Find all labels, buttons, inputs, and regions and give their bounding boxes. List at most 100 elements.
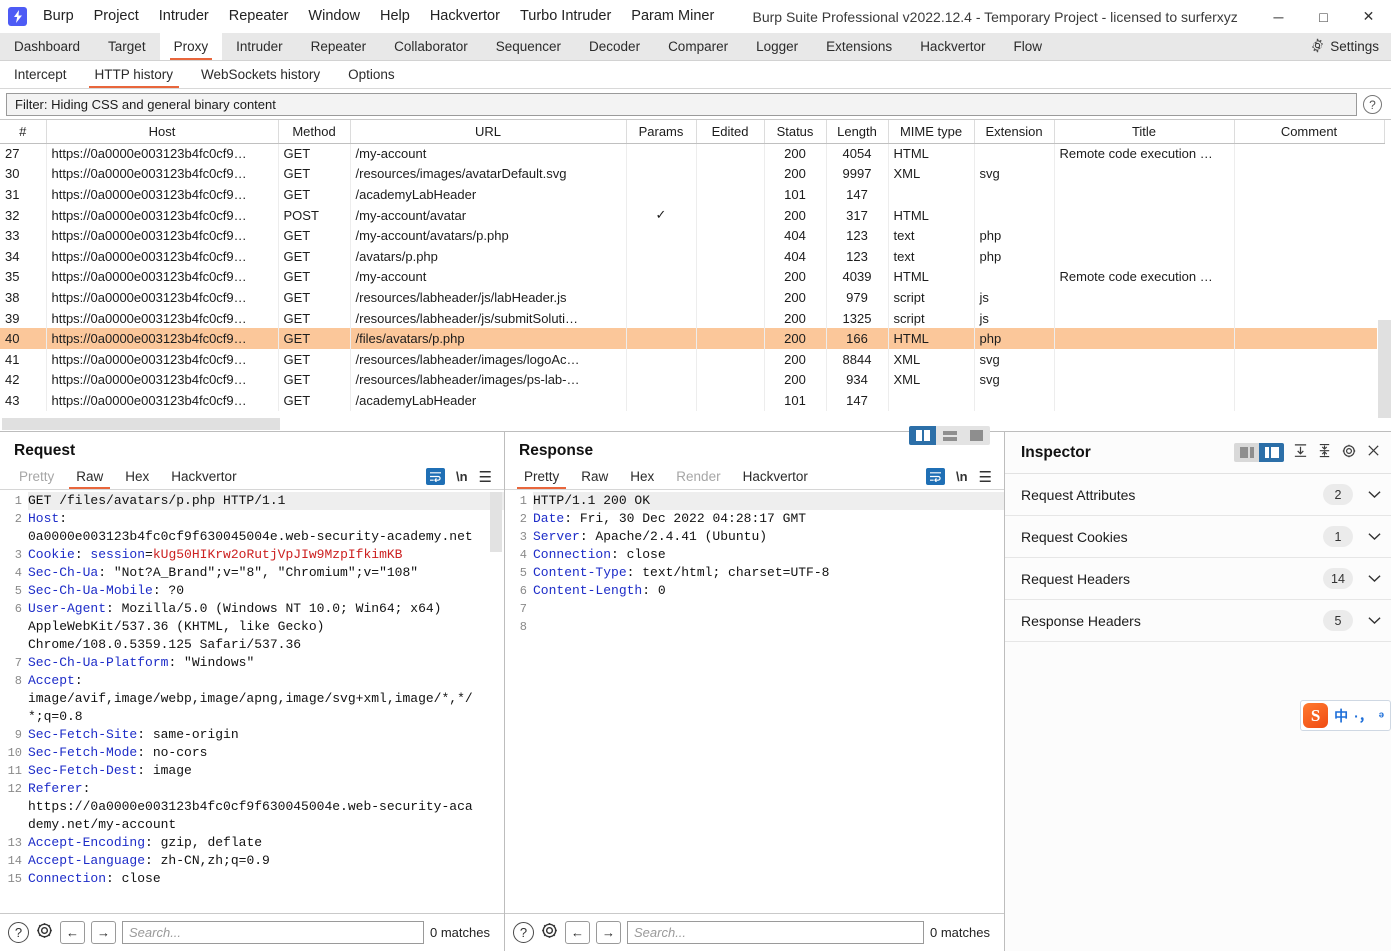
chevron-down-icon[interactable]	[1367, 529, 1381, 544]
column-header-num[interactable]: #	[0, 120, 47, 144]
request-editor-scrollbar[interactable]	[490, 492, 502, 911]
table-vertical-scrollbar[interactable]	[1377, 144, 1391, 430]
word-wrap-icon[interactable]	[425, 468, 445, 485]
menu-item-help[interactable]: Help	[370, 0, 420, 33]
tab-proxy[interactable]: Proxy	[159, 33, 223, 60]
menu-item-hackvertor[interactable]: Hackvertor	[420, 0, 510, 33]
close-icon[interactable]	[1366, 443, 1381, 462]
table-row[interactable]: 40 https://0a0000e003123b4fc0cf9… GET/file…	[0, 328, 1385, 349]
question-mark-icon[interactable]: ?	[1363, 95, 1382, 114]
response-tab-hex[interactable]: Hex	[619, 464, 665, 489]
ime-mode-chinese[interactable]: 中	[1334, 706, 1348, 726]
request-body[interactable]: GET /files/avatars/p.php HTTP/1.1 Host: 0…	[26, 490, 504, 913]
gear-icon[interactable]	[1341, 443, 1357, 463]
expand-all-icon[interactable]	[1293, 443, 1308, 462]
chevron-down-icon[interactable]	[1367, 613, 1381, 628]
menu-item-window[interactable]: Window	[298, 0, 370, 33]
side-panel-icon[interactable]	[1234, 443, 1259, 462]
split-view-icon[interactable]	[909, 426, 936, 445]
column-header-url[interactable]: URL	[350, 120, 627, 144]
response-editor[interactable]: 1 2 3 4 5 6 7 8 HTTP/1.1 200 OK Date: Fri, 30 De…	[505, 490, 1004, 913]
request-tab-pretty[interactable]: Pretty	[8, 464, 65, 489]
sogou-ime-toolbar[interactable]: S 中 ·， ᵊ	[1300, 700, 1391, 731]
single-view-icon[interactable]	[963, 426, 990, 445]
tab-logger[interactable]: Logger	[742, 33, 812, 60]
column-header-params[interactable]: Params	[626, 120, 697, 144]
column-header-extension[interactable]: Extension	[974, 120, 1055, 144]
inspector-section-request-headers[interactable]: Request Headers 14	[1005, 558, 1391, 600]
menu-item-burp[interactable]: Burp	[33, 0, 84, 33]
table-row[interactable]: 30 https://0a0000e003123b4fc0cf9… GET/reso…	[0, 163, 1385, 185]
split-panel-icon[interactable]	[1259, 443, 1284, 462]
request-editor[interactable]: 1 2 3 4 5 6 7 8 9 10 11 12 13 14 15 GET /files/avatars…	[0, 490, 504, 913]
response-tab-render[interactable]: Render	[665, 464, 731, 489]
ime-voice-icon[interactable]: ᵊ	[1379, 708, 1384, 724]
column-header-comment[interactable]: Comment	[1234, 120, 1385, 144]
tab-sequencer[interactable]: Sequencer	[482, 33, 575, 60]
menu-item-param-miner[interactable]: Param Miner	[621, 0, 724, 33]
tab-decoder[interactable]: Decoder	[575, 33, 654, 60]
response-tab-hackvertor[interactable]: Hackvertor	[732, 464, 819, 489]
search-next-button[interactable]: →	[91, 921, 116, 944]
maximize-button[interactable]: □	[1301, 0, 1346, 33]
table-row[interactable]: 39 https://0a0000e003123b4fc0cf9… GET/reso…	[0, 307, 1385, 329]
response-body[interactable]: HTTP/1.1 200 OK Date: Fri, 30 Dec 2022 04…	[531, 490, 1004, 913]
subtab-http-history[interactable]: HTTP history	[81, 61, 188, 88]
chevron-down-icon[interactable]	[1367, 487, 1381, 502]
response-tab-pretty[interactable]: Pretty	[513, 464, 570, 489]
subtab-websockets-history[interactable]: WebSockets history	[187, 61, 334, 88]
column-header-status[interactable]: Status	[764, 120, 827, 144]
request-tab-hackvertor[interactable]: Hackvertor	[160, 464, 247, 489]
column-header-length[interactable]: Length	[826, 120, 889, 144]
menu-item-project[interactable]: Project	[84, 0, 149, 33]
question-mark-icon[interactable]: ?	[8, 922, 29, 943]
tab-target[interactable]: Target	[94, 33, 160, 60]
tab-hackvertor[interactable]: Hackvertor	[906, 33, 999, 60]
table-row[interactable]: 41 https://0a0000e003123b4fc0cf9… GET/reso…	[0, 348, 1385, 370]
table-row[interactable]: 34 https://0a0000e003123b4fc0cf9… GET/avat…	[0, 245, 1385, 267]
request-tab-raw[interactable]: Raw	[65, 464, 114, 489]
tab-comparer[interactable]: Comparer	[654, 33, 742, 60]
newline-icon[interactable]: \n	[956, 469, 968, 484]
collapse-all-icon[interactable]	[1317, 443, 1332, 462]
search-prev-button[interactable]: ←	[565, 921, 590, 944]
table-row[interactable]: 32 https://0a0000e003123b4fc0cf9… POST/my-…	[0, 204, 1385, 226]
gear-icon[interactable]	[35, 921, 54, 944]
response-tab-raw[interactable]: Raw	[570, 464, 619, 489]
tab-extensions[interactable]: Extensions	[812, 33, 906, 60]
menu-icon[interactable]: ☰	[479, 468, 492, 486]
subtab-options[interactable]: Options	[334, 61, 409, 88]
sogou-logo-icon[interactable]: S	[1303, 703, 1329, 728]
table-row[interactable]: 43 https://0a0000e003123b4fc0cf9… GET/acad…	[0, 390, 1385, 411]
request-tab-hex[interactable]: Hex	[114, 464, 160, 489]
menu-item-repeater[interactable]: Repeater	[219, 0, 299, 33]
tab-flow[interactable]: Flow	[999, 33, 1056, 60]
table-row[interactable]: 33 https://0a0000e003123b4fc0cf9… GET/my-a…	[0, 225, 1385, 246]
column-header-mime-type[interactable]: MIME type	[888, 120, 975, 144]
inspector-section-response-headers[interactable]: Response Headers 5	[1005, 600, 1391, 642]
tab-dashboard[interactable]: Dashboard	[0, 33, 94, 60]
filter-bar[interactable]: Filter: Hiding CSS and general binary co…	[6, 93, 1357, 116]
search-next-button[interactable]: →	[596, 921, 621, 944]
column-header-title[interactable]: Title	[1054, 120, 1235, 144]
column-header-edited[interactable]: Edited	[696, 120, 765, 144]
table-horizontal-scrollbar[interactable]	[0, 418, 1391, 431]
gear-icon[interactable]	[540, 921, 559, 944]
menu-item-intruder[interactable]: Intruder	[149, 0, 219, 33]
subtab-intercept[interactable]: Intercept	[0, 61, 81, 88]
search-prev-button[interactable]: ←	[60, 921, 85, 944]
table-row[interactable]: 27 https://0a0000e003123b4fc0cf9… GET/my-a…	[0, 143, 1385, 164]
question-mark-icon[interactable]: ?	[513, 922, 534, 943]
newline-icon[interactable]: \n	[456, 469, 468, 484]
close-button[interactable]: ✕	[1346, 0, 1391, 33]
chevron-down-icon[interactable]	[1367, 571, 1381, 586]
column-header-method[interactable]: Method	[278, 120, 351, 144]
response-search-input[interactable]: Search...	[627, 921, 925, 944]
minimize-button[interactable]: ─	[1256, 0, 1301, 33]
table-row[interactable]: 42 https://0a0000e003123b4fc0cf9… GET/reso…	[0, 369, 1385, 391]
menu-icon[interactable]: ☰	[979, 468, 992, 486]
table-row[interactable]: 31 https://0a0000e003123b4fc0cf9… GET/acad…	[0, 184, 1385, 205]
tab-collaborator[interactable]: Collaborator	[380, 33, 482, 60]
inspector-section-request-attributes[interactable]: Request Attributes 2	[1005, 474, 1391, 516]
table-row[interactable]: 35 https://0a0000e003123b4fc0cf9… GET/my-a…	[0, 266, 1385, 288]
